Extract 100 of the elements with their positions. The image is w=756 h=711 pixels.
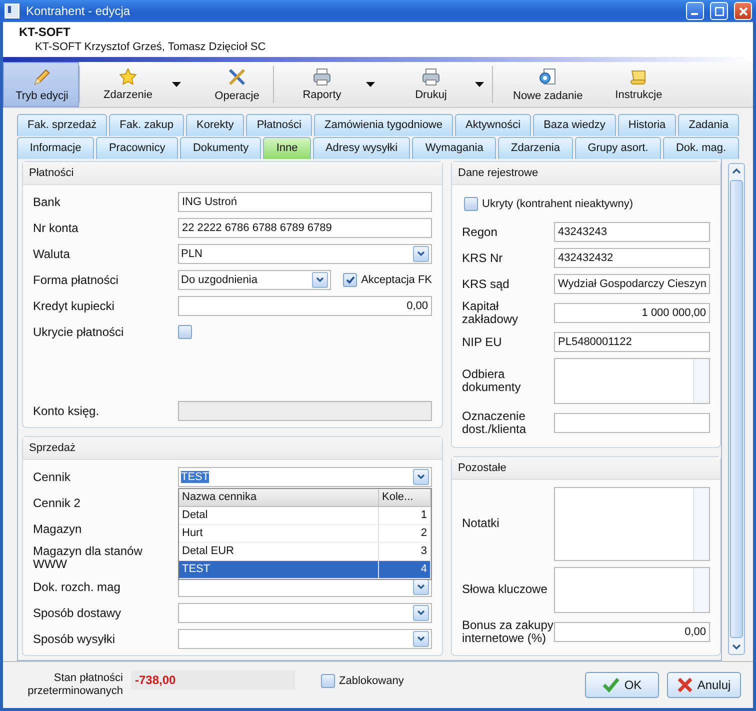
field-label: Magazyn dla stanów WWW bbox=[33, 545, 144, 571]
column-header[interactable]: Kole... bbox=[379, 489, 431, 506]
tab[interactable]: Adresy wysyłki bbox=[312, 137, 410, 159]
tab[interactable]: Pracownicy bbox=[96, 137, 178, 159]
tab[interactable]: Inne bbox=[263, 137, 311, 159]
field-label: Oznaczenie dost./klienta bbox=[462, 410, 528, 436]
tools-icon bbox=[227, 67, 247, 87]
panel-title: Dane rejestrowe bbox=[452, 162, 720, 185]
tab[interactable]: Historia bbox=[618, 114, 676, 136]
checkmark-icon bbox=[602, 677, 620, 693]
list-row[interactable]: TEST 4 bbox=[179, 561, 431, 579]
text-field[interactable]: 0,00 bbox=[178, 296, 432, 316]
combo-box[interactable]: Do uzgodnienia bbox=[178, 270, 332, 290]
close-icon bbox=[677, 677, 694, 693]
field-label: Sposób wysyłki bbox=[33, 632, 116, 646]
list-row[interactable]: Detal 1 bbox=[179, 507, 431, 525]
tab[interactable]: Wymagania bbox=[412, 137, 496, 159]
tab[interactable]: Fak. zakup bbox=[109, 114, 184, 136]
panel-title: Pozostałe bbox=[452, 456, 720, 480]
star-icon bbox=[119, 68, 137, 86]
field-label: KRS sąd bbox=[462, 278, 510, 290]
field-label: Bonus za zakupy internetowe (%) bbox=[462, 618, 554, 645]
text-area[interactable] bbox=[554, 486, 710, 561]
tab[interactable]: Aktywności bbox=[455, 114, 532, 136]
field-label: Notatki bbox=[462, 517, 500, 530]
field-label: Nr konta bbox=[33, 222, 80, 234]
toolbar-button[interactable]: Tryb edycji bbox=[3, 62, 79, 107]
toolbar-button[interactable]: Operacje bbox=[189, 62, 273, 107]
field-label: Bank bbox=[33, 196, 62, 208]
printer-icon bbox=[421, 68, 441, 86]
checkbox-label: Zablokowany bbox=[339, 675, 404, 687]
field-label: Kredyt kupiecki bbox=[33, 300, 116, 312]
field-label: Sposób dostawy bbox=[33, 606, 122, 620]
field-label: Słowa kluczowe bbox=[462, 583, 548, 596]
close-button[interactable] bbox=[734, 2, 752, 20]
field-label: NIP EU bbox=[462, 336, 503, 348]
list-row[interactable]: Hurt 2 bbox=[179, 525, 431, 543]
minimize-button[interactable] bbox=[686, 2, 704, 20]
document-gear-icon bbox=[538, 67, 558, 87]
overdue-payments-value: -738,00 bbox=[131, 670, 295, 690]
field-label: Kapitał zakładowy bbox=[462, 300, 520, 326]
toolbar-button[interactable]: Drukuj bbox=[383, 62, 492, 107]
checkbox-label: Akceptacja FK bbox=[361, 274, 432, 286]
tab[interactable]: Dok. mag. bbox=[663, 137, 739, 159]
dialog-button[interactable]: Anuluj bbox=[667, 672, 741, 698]
dialog-button[interactable]: OK bbox=[585, 672, 659, 698]
close-icon bbox=[738, 6, 748, 16]
tab[interactable]: Grupy asort. bbox=[574, 137, 662, 159]
text-field[interactable]: Wydział Gospodarczy Cieszyn bbox=[554, 274, 710, 294]
text-field[interactable]: 0,00 bbox=[554, 622, 710, 642]
field-label: Waluta bbox=[33, 248, 71, 260]
toolbar-button[interactable]: Raporty bbox=[274, 62, 383, 107]
tab[interactable]: Informacje bbox=[17, 137, 94, 159]
tab[interactable]: Dokumenty bbox=[180, 137, 262, 159]
tab[interactable]: Fak. sprzedaż bbox=[17, 114, 108, 136]
text-field[interactable]: 1 000 000,00 bbox=[554, 303, 710, 323]
tab[interactable]: Zdarzenia bbox=[498, 137, 573, 159]
toolbar-button[interactable]: Zdarzenie bbox=[80, 62, 189, 107]
maximize-button[interactable] bbox=[710, 2, 728, 20]
tab[interactable]: Korekty bbox=[186, 114, 244, 136]
text-field[interactable]: ING Ustroń bbox=[178, 192, 432, 212]
dropdown-arrow-icon bbox=[172, 82, 181, 87]
panel-title: Sprzedaż bbox=[23, 437, 442, 460]
tab[interactable]: Baza wiedzy bbox=[533, 114, 616, 136]
checkmark-icon bbox=[346, 276, 355, 284]
maximize-icon bbox=[714, 6, 724, 16]
panel-title: Płatności bbox=[23, 162, 442, 185]
field-label: Odbiera dokumenty bbox=[462, 368, 522, 394]
text-field[interactable]: 22 2222 6786 6788 6789 6789 bbox=[178, 218, 432, 238]
checkbox-label: Ukryty (kontrahent nieaktywny) bbox=[482, 198, 633, 210]
combo-box[interactable]: PLN bbox=[178, 244, 432, 264]
field-label: Dok. rozch. mag bbox=[33, 580, 122, 594]
field-label: Konto księg. bbox=[33, 404, 100, 418]
toolbar-button[interactable]: Instrukcje bbox=[590, 62, 675, 107]
field-label: KRS Nr bbox=[462, 252, 504, 264]
printer-icon bbox=[312, 68, 332, 86]
field-label: Cennik bbox=[33, 470, 72, 484]
field-label: Regon bbox=[462, 226, 498, 238]
text-field[interactable]: PL5480001122 bbox=[554, 332, 710, 352]
column-header[interactable]: Nazwa cennika bbox=[179, 489, 379, 506]
checkbox[interactable] bbox=[343, 273, 358, 287]
toolbar-button[interactable]: Nowe zadanie bbox=[493, 62, 591, 107]
field-label: Ukrycie płatności bbox=[33, 326, 125, 338]
text-field[interactable] bbox=[178, 401, 432, 421]
dropdown-arrow-icon bbox=[475, 82, 484, 87]
company-name: KT-SOFT bbox=[19, 25, 72, 39]
pencil-icon bbox=[32, 67, 52, 87]
company-full-name: KT-SOFT Krzysztof Grześ, Tomasz Dzięcioł SC bbox=[34, 41, 267, 53]
text-area[interactable] bbox=[554, 358, 710, 404]
tab[interactable]: Płatności bbox=[246, 114, 312, 136]
checkbox[interactable] bbox=[321, 674, 335, 688]
checkbox[interactable] bbox=[464, 197, 478, 211]
text-field[interactable]: 432432432 bbox=[554, 248, 710, 268]
text-field[interactable]: 43243243 bbox=[554, 222, 710, 242]
tab[interactable]: Zadania bbox=[678, 114, 739, 136]
checkbox[interactable] bbox=[178, 325, 192, 339]
text-field[interactable] bbox=[554, 413, 710, 433]
overdue-payments-label: Stan płatności przeterminowanych bbox=[26, 672, 123, 698]
tab[interactable]: Zamówienia tygodniowe bbox=[314, 114, 454, 136]
text-area[interactable] bbox=[554, 566, 710, 613]
